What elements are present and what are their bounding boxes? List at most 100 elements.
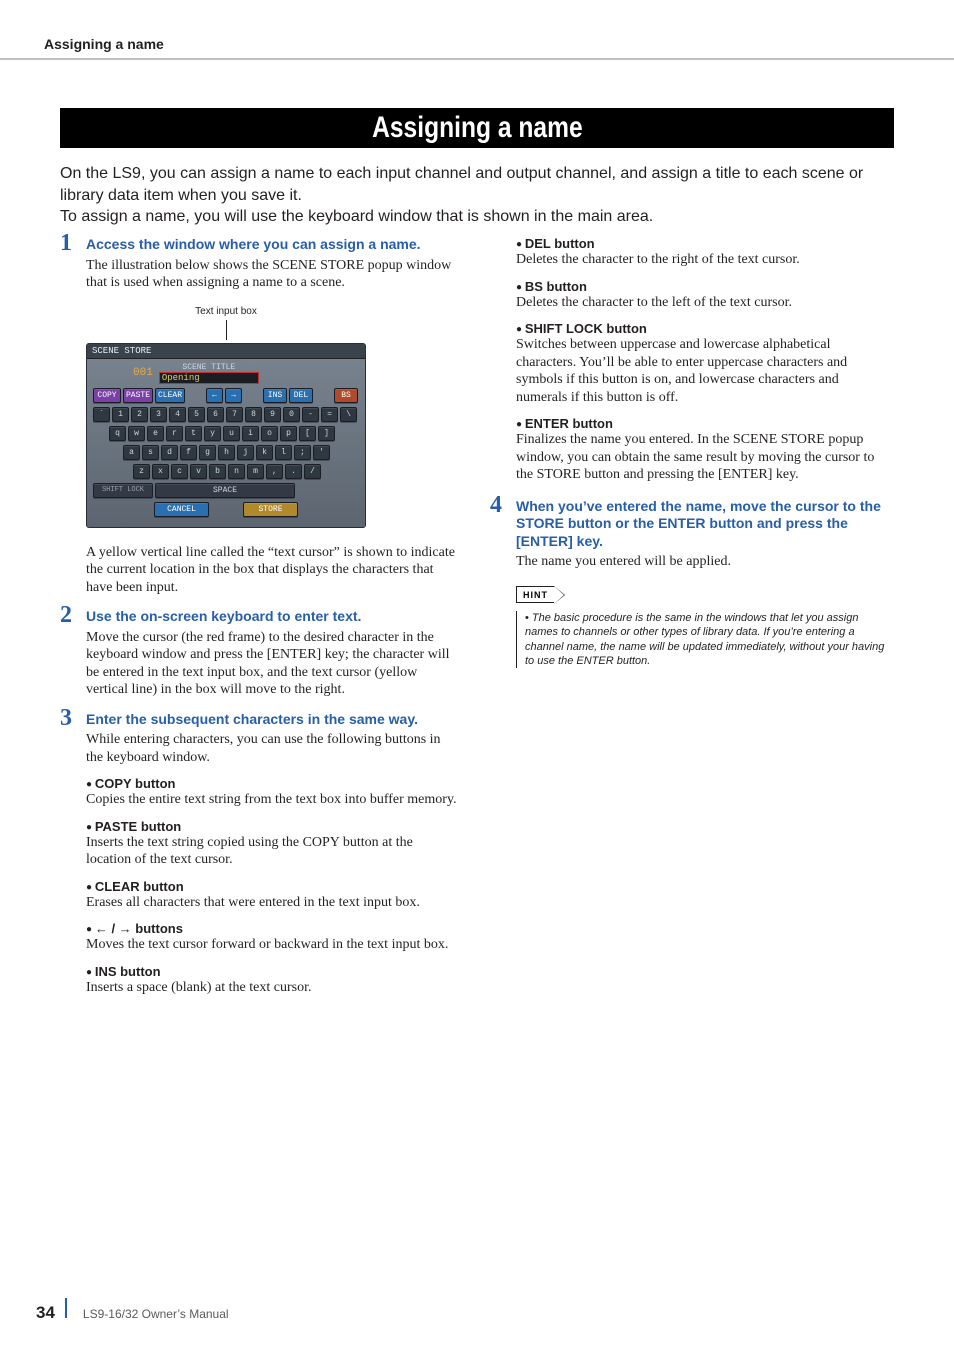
- key[interactable]: g: [199, 445, 216, 460]
- key[interactable]: a: [123, 445, 140, 460]
- key[interactable]: y: [204, 426, 221, 441]
- paste-key[interactable]: PASTE: [123, 388, 153, 403]
- key[interactable]: t: [185, 426, 202, 441]
- running-header: Assigning a name: [44, 36, 164, 52]
- step-2-title: Use the on-screen keyboard to enter text…: [86, 608, 460, 626]
- key[interactable]: d: [161, 445, 178, 460]
- key[interactable]: ]: [318, 426, 335, 441]
- key[interactable]: 7: [226, 407, 243, 422]
- key[interactable]: 0: [283, 407, 300, 422]
- key[interactable]: l: [275, 445, 292, 460]
- key[interactable]: x: [152, 464, 169, 479]
- key[interactable]: ,: [266, 464, 283, 479]
- cancel-key[interactable]: CANCEL: [154, 502, 209, 517]
- key[interactable]: \: [340, 407, 357, 422]
- key[interactable]: 6: [207, 407, 224, 422]
- page-number: 34: [36, 1303, 55, 1323]
- key[interactable]: ': [313, 445, 330, 460]
- key[interactable]: =: [321, 407, 338, 422]
- key[interactable]: `: [93, 407, 110, 422]
- shift-lock-key[interactable]: SHIFT LOCK: [93, 483, 153, 498]
- key[interactable]: v: [190, 464, 207, 479]
- key[interactable]: 2: [131, 407, 148, 422]
- del-key[interactable]: DEL: [289, 388, 313, 403]
- key[interactable]: -: [302, 407, 319, 422]
- left-arrow-key[interactable]: ←: [206, 388, 223, 403]
- keyboard-row-2: q w e r t y u i o p [ ]: [87, 424, 365, 443]
- key[interactable]: k: [256, 445, 273, 460]
- key[interactable]: c: [171, 464, 188, 479]
- popup-titlebar: SCENE STORE: [87, 344, 365, 359]
- footer-separator: [65, 1298, 67, 1318]
- shift-head: SHIFT LOCK button: [516, 321, 890, 336]
- clear-key[interactable]: CLEAR: [155, 388, 185, 403]
- text-input-value: Opening: [162, 373, 200, 383]
- key[interactable]: 1: [112, 407, 129, 422]
- key[interactable]: n: [228, 464, 245, 479]
- step-4: 4 When you’ve entered the name, move the…: [490, 498, 890, 571]
- keyboard-row-3: a s d f g h j k l ; ': [87, 443, 365, 462]
- intro-text-2: To assign a name, you will use the keybo…: [60, 208, 653, 225]
- key[interactable]: z: [133, 464, 150, 479]
- del-body: Deletes the character to the right of th…: [516, 251, 890, 269]
- key[interactable]: /: [304, 464, 321, 479]
- keyboard-row-actions: CANCEL STORE: [87, 500, 365, 519]
- key[interactable]: f: [180, 445, 197, 460]
- copy-body: Copies the entire text string from the t…: [86, 791, 460, 809]
- key[interactable]: 3: [150, 407, 167, 422]
- key[interactable]: i: [242, 426, 259, 441]
- key[interactable]: [: [299, 426, 316, 441]
- space-key[interactable]: SPACE: [155, 483, 295, 498]
- key[interactable]: o: [261, 426, 278, 441]
- ins-head: INS button: [86, 964, 460, 979]
- paste-head: PASTE button: [86, 819, 460, 834]
- key[interactable]: p: [280, 426, 297, 441]
- key[interactable]: 5: [188, 407, 205, 422]
- key[interactable]: u: [223, 426, 240, 441]
- key[interactable]: w: [128, 426, 145, 441]
- key[interactable]: b: [209, 464, 226, 479]
- shift-body: Switches between uppercase and lowercase…: [516, 336, 890, 406]
- bs-key[interactable]: BS: [334, 388, 358, 403]
- ins-key[interactable]: INS: [263, 388, 287, 403]
- step-1: 1 Access the window where you can assign…: [60, 236, 460, 292]
- bs-head: BS button: [516, 279, 890, 294]
- clear-body: Erases all characters that were entered …: [86, 894, 460, 912]
- copy-head: COPY button: [86, 776, 460, 791]
- header-rule: [0, 58, 954, 60]
- key[interactable]: s: [142, 445, 159, 460]
- scene-store-popup: SCENE STORE 001 SCENE TITLE Opening COPY…: [86, 343, 366, 528]
- key[interactable]: h: [218, 445, 235, 460]
- step-4-title: When you’ve entered the name, move the c…: [516, 498, 890, 551]
- store-key[interactable]: STORE: [243, 502, 298, 517]
- figure-caption: Text input box: [86, 306, 366, 317]
- key[interactable]: .: [285, 464, 302, 479]
- key[interactable]: r: [166, 426, 183, 441]
- key[interactable]: m: [247, 464, 264, 479]
- step-3-body: While entering characters, you can use t…: [86, 731, 460, 766]
- text-input-box[interactable]: Opening: [159, 372, 259, 384]
- hint-section: HINT The basic procedure is the same in …: [516, 585, 890, 669]
- footer-text: LS9-16/32 Owner’s Manual: [83, 1307, 229, 1321]
- right-arrow-key[interactable]: →: [225, 388, 242, 403]
- key[interactable]: j: [237, 445, 254, 460]
- step-3-title: Enter the subsequent characters in the s…: [86, 711, 460, 729]
- step-4-number: 4: [490, 492, 502, 519]
- key[interactable]: 8: [245, 407, 262, 422]
- keyboard-row-shift: SHIFT LOCK SPACE: [87, 481, 365, 500]
- copy-key[interactable]: COPY: [93, 388, 121, 403]
- left-column: 1 Access the window where you can assign…: [60, 236, 460, 996]
- enter-head: ENTER button: [516, 416, 890, 431]
- hint-text: The basic procedure is the same in the w…: [516, 611, 890, 668]
- step-1-number: 1: [60, 230, 72, 257]
- key[interactable]: ;: [294, 445, 311, 460]
- key[interactable]: 9: [264, 407, 281, 422]
- key[interactable]: e: [147, 426, 164, 441]
- paste-body: Inserts the text string copied using the…: [86, 834, 460, 869]
- key[interactable]: 4: [169, 407, 186, 422]
- scene-store-figure: Text input box SCENE STORE 001 SCENE TIT…: [86, 306, 366, 528]
- key[interactable]: q: [109, 426, 126, 441]
- step-2: 2 Use the on-screen keyboard to enter te…: [60, 608, 460, 699]
- ins-body: Inserts a space (blank) at the text curs…: [86, 979, 460, 997]
- scene-title-label: SCENE TITLE: [159, 363, 259, 372]
